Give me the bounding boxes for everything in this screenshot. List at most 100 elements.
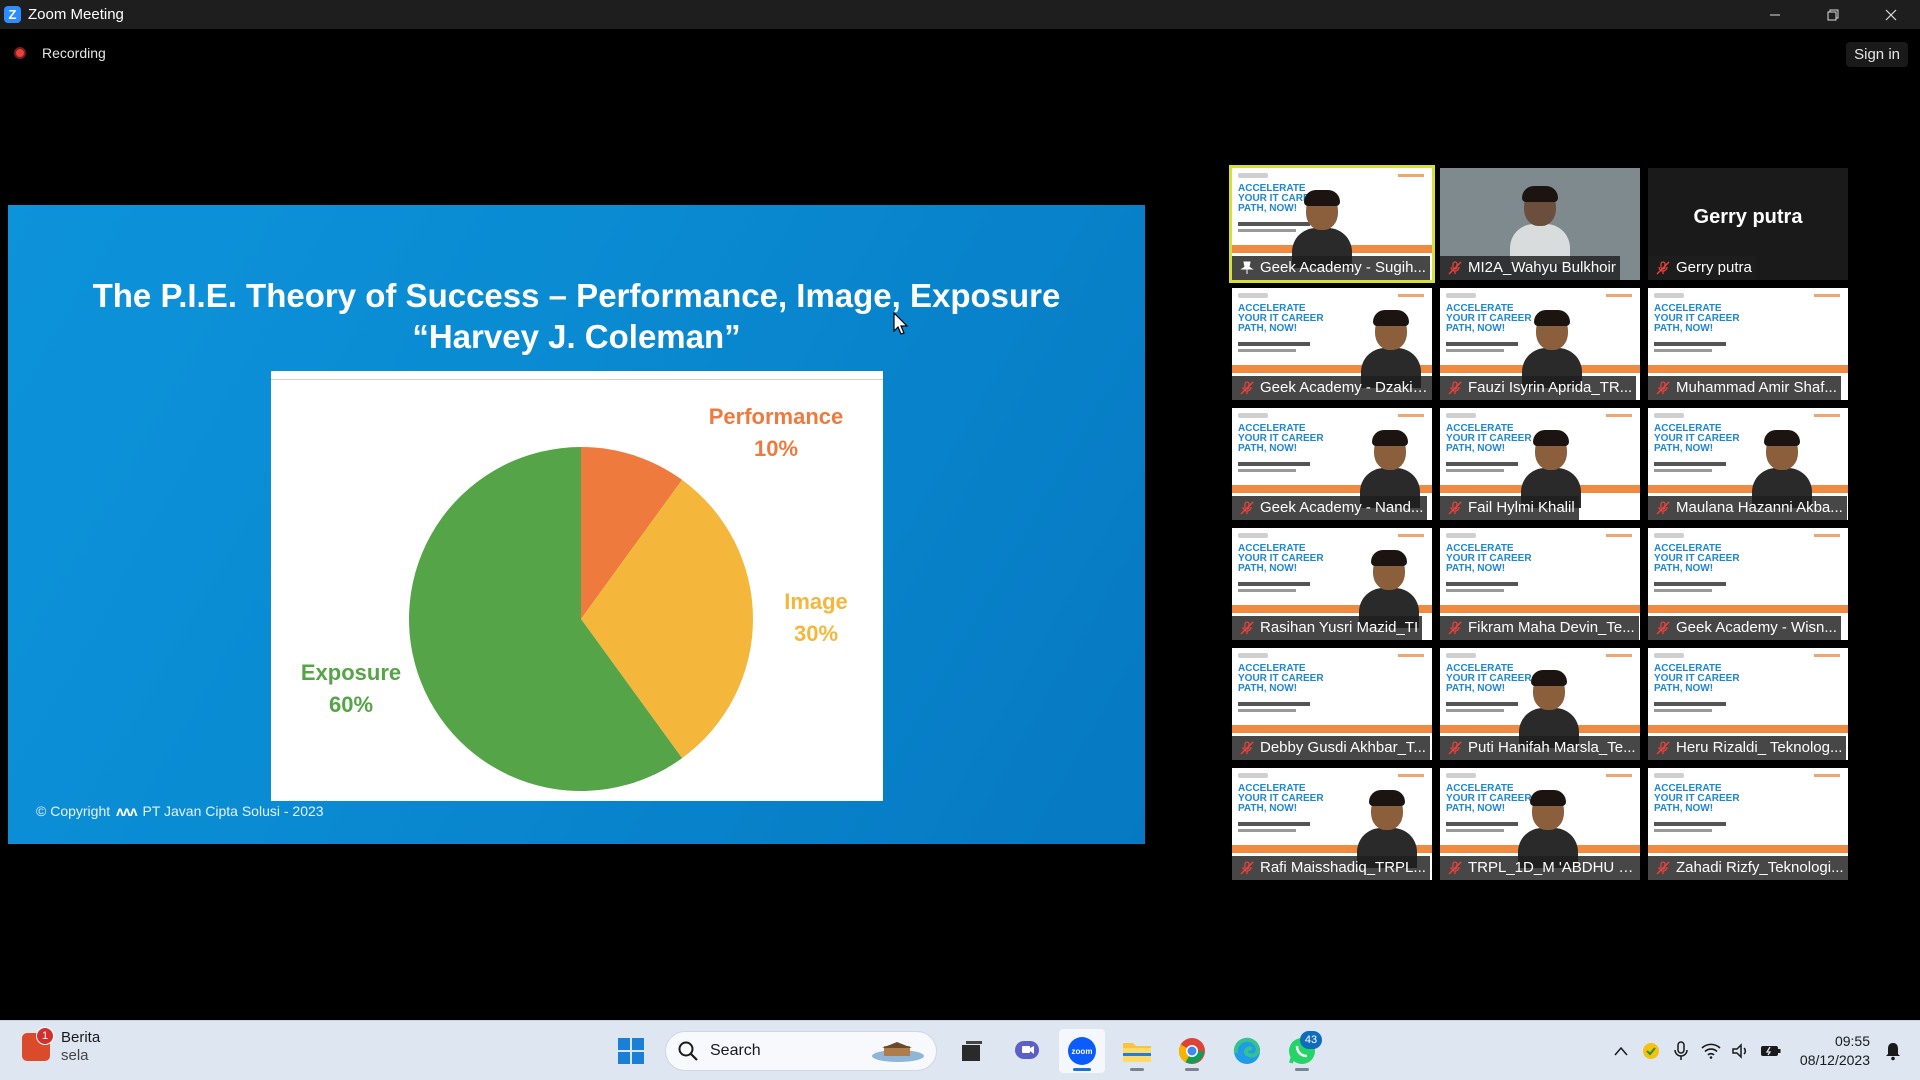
banner-stripe [1648,365,1848,373]
zoom-taskbar-button[interactable]: zoom [1059,1029,1105,1073]
mic-muted-icon [1240,861,1254,875]
participant-gallery: ACCELERATE YOUR IT CAREER PATH, NOW! Geek A… [1229,165,1848,882]
volume-button[interactable] [1726,1036,1756,1066]
windows-logo-icon [618,1038,644,1064]
participant-tile[interactable]: ACCELERATE YOUR IT CAREER PATH, NOW! TRPL_1… [1440,768,1640,880]
running-indicator [1295,1068,1309,1071]
microphone-button[interactable] [1666,1036,1696,1066]
edge-button[interactable] [1224,1029,1270,1073]
participant-name: Geek Academy - Nand... [1232,496,1428,520]
label-exposure: Exposure 60% [291,657,411,721]
banner-text: ACCELERATE YOUR IT CAREER PATH, NOW! [1238,663,1324,694]
mic-muted-icon [1448,501,1462,515]
banner-text: ACCELERATE YOUR IT CAREER PATH, NOW! [1238,303,1324,334]
participant-video [1292,190,1352,268]
bell-icon [1886,1043,1900,1061]
clock[interactable]: 09:55 08/12/2023 [1800,1032,1870,1070]
mic-muted-icon [1240,741,1254,755]
participant-video [1361,310,1421,388]
banner-logo [1654,413,1684,418]
participant-tile[interactable]: ACCELERATE YOUR IT CAREER PATH, NOW! Rafi M… [1232,768,1432,880]
recording-indicator[interactable]: Recording [14,45,106,61]
mic-muted-icon [1656,381,1670,395]
banner-caption [1446,829,1504,832]
participant-tile[interactable]: ACCELERATE YOUR IT CAREER PATH, NOW! Debby … [1232,648,1432,760]
participant-tile[interactable]: ACCELERATE YOUR IT CAREER PATH, NOW! Muhamm… [1648,288,1848,400]
recording-label: Recording [42,45,106,61]
participant-video [1359,550,1419,628]
participant-name: Geek Academy - Dzaki ... [1232,376,1432,400]
teams-chat-button[interactable] [1004,1029,1050,1073]
running-indicator [1130,1068,1144,1071]
edge-icon [1233,1037,1261,1064]
start-button[interactable] [608,1029,654,1073]
participant-video [1518,790,1578,868]
task-view-button[interactable] [949,1029,995,1073]
sign-in-button[interactable]: Sign in [1846,42,1908,67]
participant-tile[interactable]: ACCELERATE YOUR IT CAREER PATH, NOW! Zahadi… [1648,768,1848,880]
mic-muted-icon [1656,501,1670,515]
banner-accent [1814,534,1840,537]
banner-logo [1238,653,1268,658]
participant-tile[interactable]: ACCELERATE YOUR IT CAREER PATH, NOW! Fikram… [1440,528,1640,640]
window-title: Zoom Meeting [28,6,124,23]
slide-title-line-1: The P.I.E. Theory of Success – Performan… [92,277,1061,314]
whatsapp-button[interactable]: 43 [1279,1029,1325,1073]
taskbar-search[interactable]: Search [665,1031,937,1071]
banner-accent [1398,294,1424,297]
participant-tile[interactable]: ACCELERATE YOUR IT CAREER PATH, NOW! Maulan… [1648,408,1848,520]
banner-subtitle [1238,822,1310,826]
news-widget[interactable]: 1 Berita sela [22,1027,100,1065]
banner-accent [1814,294,1840,297]
running-indicator [1185,1068,1199,1071]
show-hidden-icons-button[interactable] [1606,1036,1636,1066]
file-explorer-button[interactable] [1114,1029,1160,1073]
participant-tile[interactable]: ACCELERATE YOUR IT CAREER PATH, NOW! Heru R… [1648,648,1848,760]
restore-button[interactable] [1804,0,1862,29]
banner-logo [1446,413,1476,418]
participant-tile[interactable]: ACCELERATE YOUR IT CAREER PATH, NOW! Geek A… [1232,408,1432,520]
banner-text: ACCELERATE YOUR IT CAREER PATH, NOW! [1238,783,1324,814]
news-badge: 1 [36,1027,54,1045]
close-button[interactable] [1862,0,1920,29]
participant-tile[interactable]: ACCELERATE YOUR IT CAREER PATH, NOW! Geek A… [1229,165,1435,283]
banner-accent [1814,414,1840,417]
participant-name: Zahadi Rizfy_Teknologi... [1648,856,1848,880]
participant-tile[interactable]: ACCELERATE YOUR IT CAREER PATH, NOW! Fauzi … [1440,288,1640,400]
news-text: Berita sela [61,1029,100,1065]
banner-subtitle [1446,702,1518,706]
participant-tile[interactable]: ACCELERATE YOUR IT CAREER PATH, NOW! Puti H… [1440,648,1640,760]
participant-tile[interactable]: ACCELERATE YOUR IT CAREER PATH, NOW! Geek A… [1232,288,1432,400]
close-icon [1885,9,1897,20]
participant-tile[interactable]: ACCELERATE YOUR IT CAREER PATH, NOW! Geek A… [1648,528,1848,640]
participant-tile[interactable]: Gerry putra Gerry putra [1648,168,1848,280]
banner-accent [1606,414,1632,417]
chrome-button[interactable] [1169,1029,1215,1073]
mic-muted-icon [1240,621,1254,635]
active-indicator [1073,1068,1091,1071]
participant-tile[interactable]: MI2A_Wahyu Bulkhoir [1440,168,1640,280]
minimize-button[interactable] [1746,0,1804,29]
wifi-button[interactable] [1696,1036,1726,1066]
participant-tile[interactable]: ACCELERATE YOUR IT CAREER PATH, NOW! Fail H… [1440,408,1640,520]
label-performance-value: 10% [753,436,799,461]
participant-tile[interactable]: ACCELERATE YOUR IT CAREER PATH, NOW! Rasiha… [1232,528,1432,640]
slide-title-line-2: “Harvey J. Coleman” [412,318,741,355]
banner-caption [1654,349,1712,352]
banner-logo [1654,773,1684,778]
tray-app-button[interactable] [1636,1036,1666,1066]
banner-logo [1654,533,1684,538]
label-performance: Performance 10% [701,401,851,465]
shield-status-icon [1642,1043,1659,1059]
notifications-button[interactable] [1878,1036,1908,1066]
banner-caption [1238,589,1296,592]
mic-muted-icon [1448,861,1462,875]
banner-caption [1238,829,1296,832]
recording-dot-icon [14,47,26,59]
clock-date: 08/12/2023 [1799,1052,1870,1068]
banner-subtitle [1654,462,1726,466]
search-label: Search [710,1042,761,1059]
battery-button[interactable] [1756,1036,1786,1066]
speaker-icon [1732,1043,1746,1059]
mic-muted-icon [1448,741,1462,755]
